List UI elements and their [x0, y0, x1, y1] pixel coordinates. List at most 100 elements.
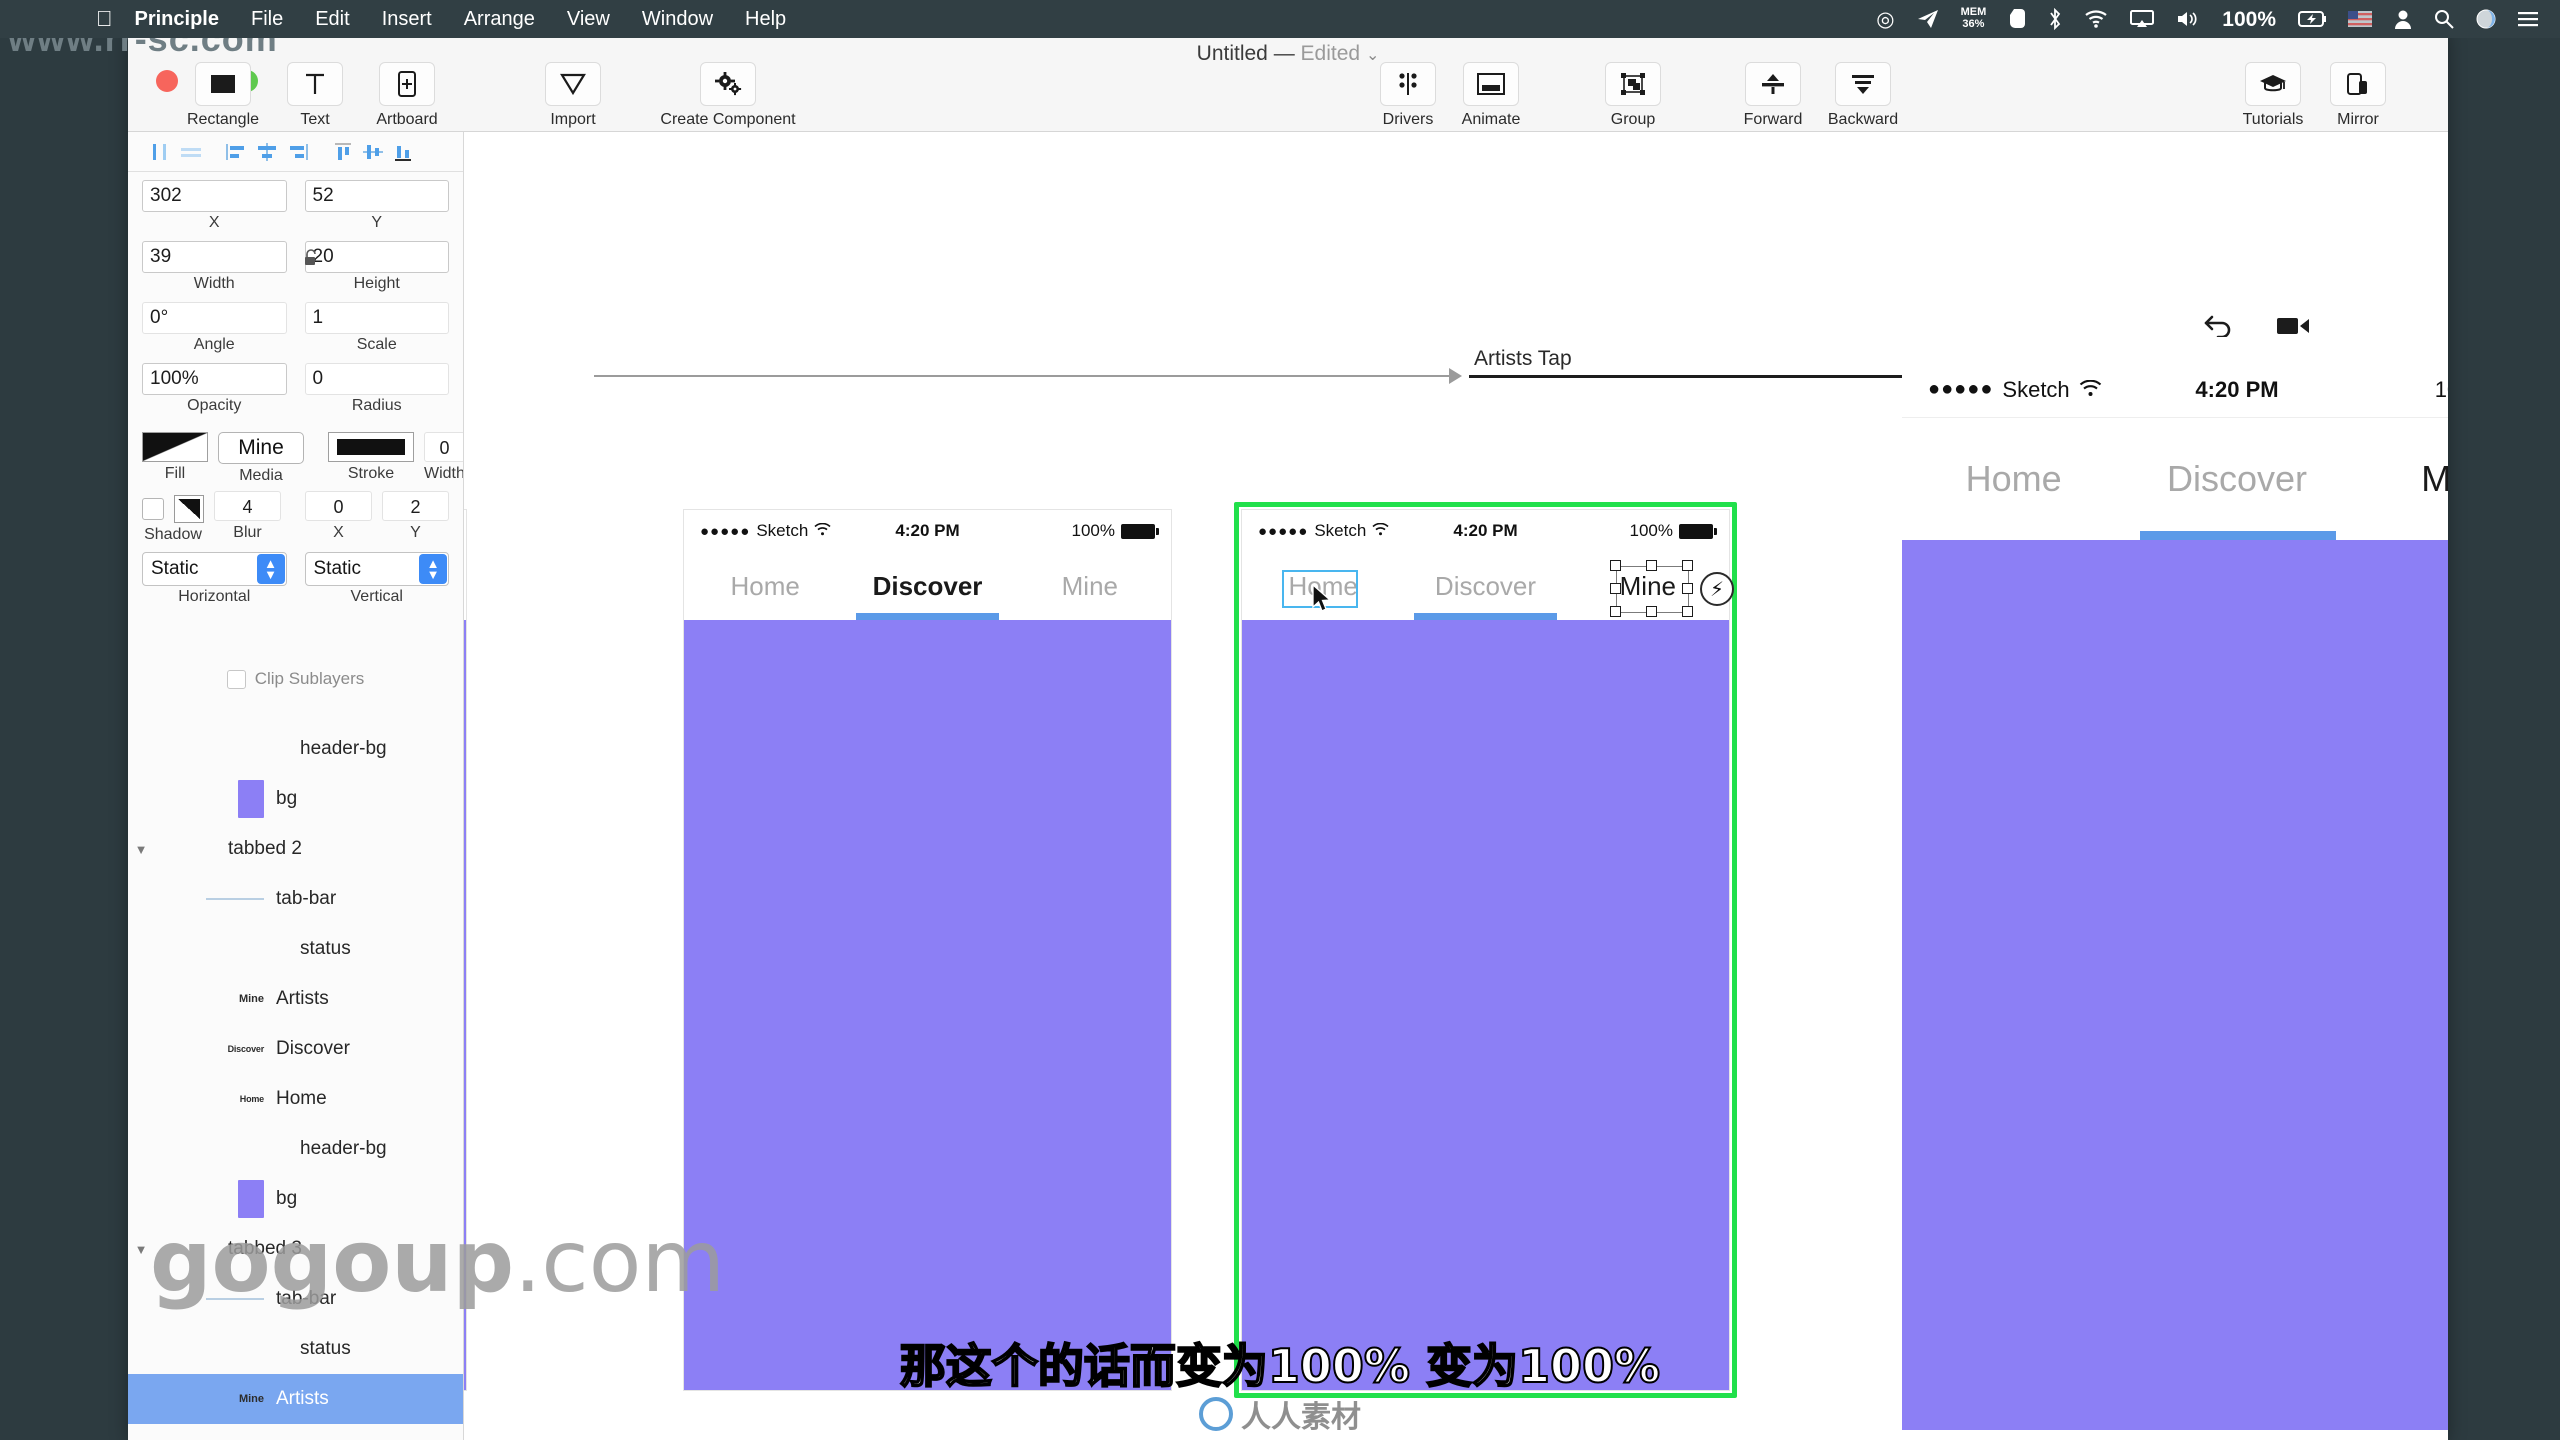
menu-item-help[interactable]: Help	[745, 8, 786, 31]
notification-center-icon[interactable]	[2518, 11, 2538, 27]
align-middle-icon[interactable]	[358, 139, 388, 165]
layer-row[interactable]: tab-bar	[128, 874, 463, 924]
shadow-checkbox[interactable]	[142, 498, 164, 520]
battery-charging-icon[interactable]	[2298, 11, 2326, 27]
telegram-icon[interactable]	[1917, 9, 1939, 29]
align-bottom-icon[interactable]	[388, 139, 418, 165]
canvas-area[interactable]: Artists Tap ●●●●● Sketch 4:20 PM 100% Ho…	[464, 132, 2448, 1440]
resize-handle-e[interactable]	[1682, 583, 1693, 594]
screen-record-icon[interactable]: ◎	[1876, 9, 1894, 30]
artboard1-tab-home[interactable]: Home	[684, 571, 846, 602]
animate-tool[interactable]: Animate	[1436, 62, 1546, 129]
blur-field[interactable]: 4	[214, 491, 281, 521]
radius-field[interactable]: 0	[304, 363, 449, 395]
angle-field[interactable]: 0°	[142, 302, 287, 334]
menu-item-edit[interactable]: Edit	[315, 8, 349, 31]
scale-field[interactable]: 1	[304, 302, 449, 334]
chevron-updown-icon[interactable]: ▲ ▼	[256, 554, 285, 584]
artboard1-tabbar[interactable]: Home Discover Mine	[684, 552, 1171, 620]
preview-device[interactable]: ●●●●● Sketch 4:20 PM 100% Home Discover	[1902, 362, 2448, 1432]
video-camera-icon[interactable]	[2276, 312, 2310, 344]
shadow-x-field[interactable]: 0	[305, 491, 372, 521]
preview-tab-mine[interactable]: Mine	[2349, 458, 2448, 500]
align-left-icon[interactable]	[146, 139, 176, 165]
artboard-partial-left[interactable]	[464, 510, 466, 1390]
artboard2-body[interactable]	[1242, 620, 1729, 1390]
import-tool[interactable]: Import	[518, 62, 628, 129]
resize-handle-ne[interactable]	[1682, 560, 1693, 571]
animate-tool-button[interactable]	[1463, 62, 1519, 106]
height-field[interactable]: 20	[304, 241, 449, 273]
resize-handle-se[interactable]	[1682, 606, 1693, 617]
resize-handle-w[interactable]	[1610, 583, 1621, 594]
artboard1-body[interactable]	[684, 620, 1171, 1390]
backward-tool-button[interactable]	[1835, 62, 1891, 106]
wifi-icon[interactable]	[2084, 10, 2108, 28]
media-button[interactable]: Mine	[218, 432, 304, 464]
shadow-color-swatch[interactable]	[174, 495, 204, 523]
shadow-y-field[interactable]: 2	[382, 491, 449, 521]
menu-item-view[interactable]: View	[567, 8, 610, 31]
tutorials-tool-button[interactable]	[2245, 62, 2301, 106]
layer-row[interactable]: Mine Artists	[128, 974, 463, 1024]
layer-row[interactable]: bg	[128, 1174, 463, 1224]
group-tool-button[interactable]	[1605, 62, 1661, 106]
layer-row[interactable]: header-bg	[128, 1124, 463, 1174]
layer-row[interactable]: Home Home	[128, 1074, 463, 1124]
stroke-width-field[interactable]: 0	[424, 432, 463, 462]
clip-sublayers-row[interactable]: Clip Sublayers	[128, 669, 463, 689]
mirror-tool[interactable]: Mirror	[2303, 62, 2413, 129]
mirror-tool-button[interactable]	[2330, 62, 2386, 106]
user-account-icon[interactable]	[2394, 9, 2412, 29]
create-component-tool[interactable]: Create Component	[638, 62, 818, 129]
artboard-tool-button[interactable]	[379, 62, 435, 106]
align-top-icon[interactable]	[328, 139, 358, 165]
memory-indicator[interactable]: MEM 36%	[1961, 7, 1987, 30]
menu-item-file[interactable]: File	[251, 8, 283, 31]
layer-row[interactable]: status	[128, 924, 463, 974]
x-field[interactable]: 302	[142, 180, 287, 212]
disclosure-triangle-icon[interactable]: ▼	[128, 842, 154, 857]
mine-text-selection-handles[interactable]	[1610, 560, 1693, 617]
layer-row[interactable]: tab-bar	[128, 1274, 463, 1324]
text-tool-button[interactable]	[287, 62, 343, 106]
clip-sublayers-checkbox[interactable]	[226, 669, 246, 689]
preview-toolbar[interactable]	[2204, 312, 2310, 344]
layer-row[interactable]: bg	[128, 774, 463, 824]
drivers-tool-button[interactable]	[1380, 62, 1436, 106]
backward-tool[interactable]: Backward	[1808, 62, 1918, 129]
artboard2-tab-discover[interactable]: Discover	[1404, 571, 1566, 602]
menu-item-insert[interactable]: Insert	[382, 8, 432, 31]
width-field[interactable]: 39	[142, 241, 287, 273]
siri-icon[interactable]	[2476, 9, 2496, 29]
distribute-center-icon[interactable]	[252, 139, 282, 165]
apple-icon[interactable]: 	[96, 8, 113, 30]
disclosure-triangle-icon[interactable]: ▼	[128, 1242, 154, 1257]
group-tool[interactable]: Group	[1578, 62, 1688, 129]
resize-handle-nw[interactable]	[1610, 560, 1621, 571]
create-component-button[interactable]	[700, 62, 756, 106]
menu-item-principle[interactable]: Principle	[135, 8, 219, 31]
preview-body[interactable]	[1902, 540, 2448, 1430]
rectangle-tool-button[interactable]	[195, 62, 251, 106]
import-tool-button[interactable]	[545, 62, 601, 106]
artboard-tool[interactable]: Artboard	[352, 62, 462, 129]
artboard1-tab-discover[interactable]: Discover	[846, 571, 1008, 602]
align-center-horizontal-icon[interactable]	[176, 139, 206, 165]
y-field[interactable]: 52	[304, 180, 449, 212]
fill-swatch[interactable]	[142, 432, 208, 462]
menu-item-arrange[interactable]: Arrange	[464, 8, 535, 31]
input-language-flag-icon[interactable]	[2348, 11, 2372, 27]
resize-handle-sw[interactable]	[1610, 606, 1621, 617]
flow-label[interactable]: Artists Tap	[1474, 347, 1572, 371]
preview-tab-discover[interactable]: Discover	[2125, 458, 2348, 500]
undo-icon[interactable]	[2204, 312, 2234, 344]
distribute-left-icon[interactable]	[222, 139, 252, 165]
evernote-icon[interactable]	[2008, 8, 2026, 30]
layer-row[interactable]: ▼ tabbed 2	[128, 824, 463, 874]
volume-icon[interactable]	[2176, 10, 2200, 28]
stroke-swatch[interactable]	[328, 432, 414, 462]
chevron-updown-icon-2[interactable]: ▲ ▼	[419, 554, 447, 584]
preview-tab-home[interactable]: Home	[1902, 458, 2125, 500]
layer-row[interactable]: Discover Discover	[128, 1024, 463, 1074]
